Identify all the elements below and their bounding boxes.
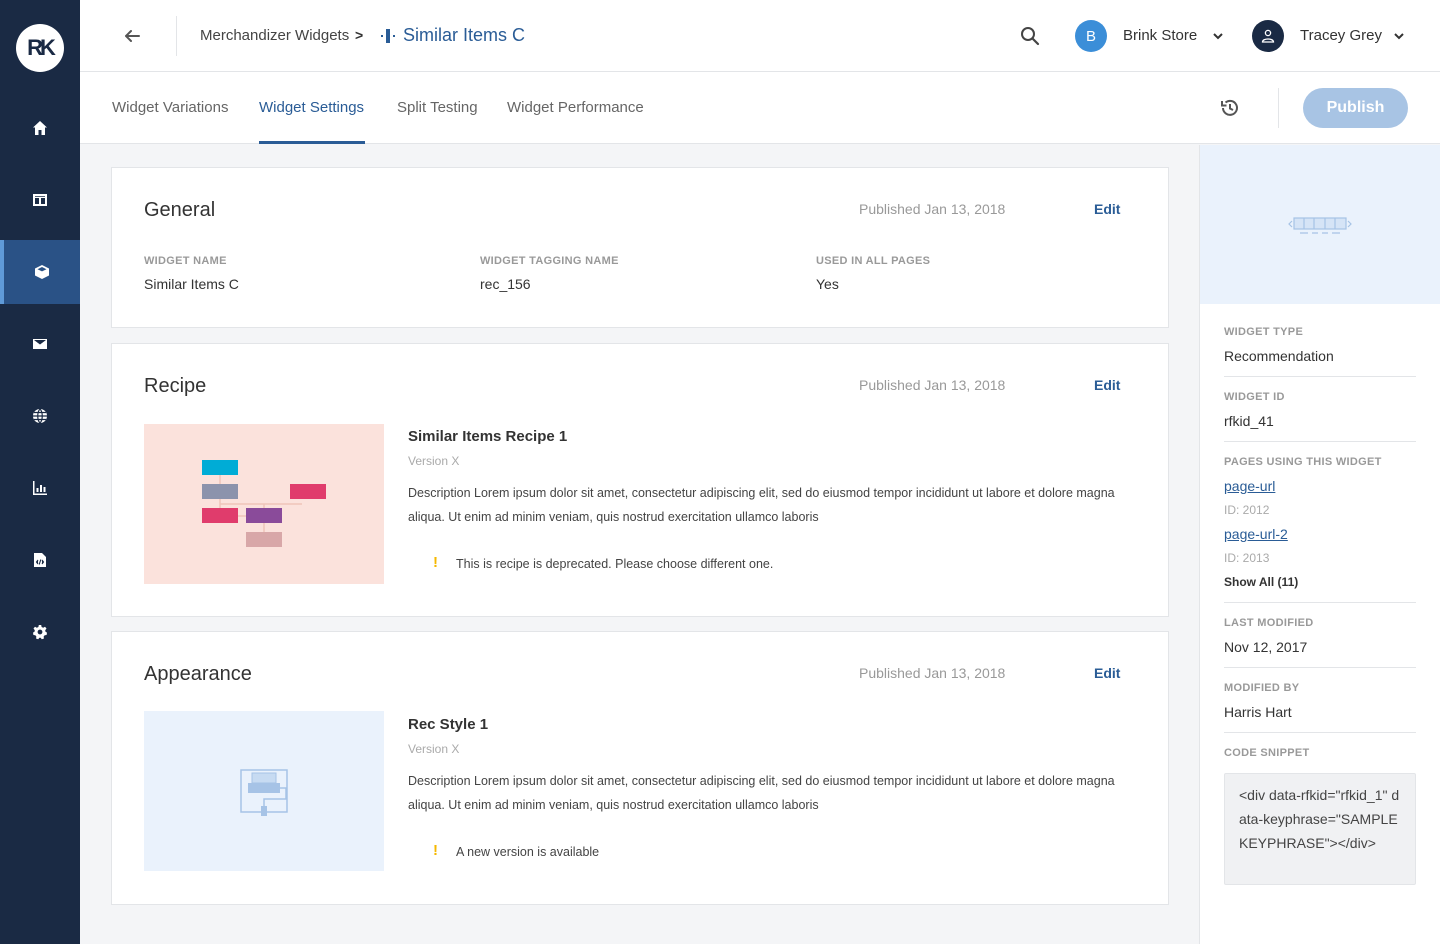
warning-icon: ! xyxy=(433,554,438,571)
divider xyxy=(176,16,177,56)
chevron-down-icon[interactable] xyxy=(1393,30,1405,42)
style-version: Version X xyxy=(408,742,460,756)
general-card: General Published Jan 13, 2018 Edit WIDG… xyxy=(111,167,1169,328)
store-avatar[interactable]: B xyxy=(1075,20,1107,52)
nav-widgets[interactable] xyxy=(0,240,80,304)
recipe-warning: This is recipe is deprecated. Please cho… xyxy=(456,557,774,571)
modified-by-value: Harris Hart xyxy=(1224,704,1292,720)
published-date: Published Jan 13, 2018 xyxy=(859,665,1006,681)
pages-using-label: PAGES USING THIS WIDGET xyxy=(1224,456,1382,468)
divider xyxy=(1278,88,1279,128)
recipe-thumbnail xyxy=(144,424,384,584)
field-label: WIDGET NAME xyxy=(144,255,227,267)
nav-code[interactable] xyxy=(0,528,80,592)
tagging-name-value: rec_156 xyxy=(480,276,531,292)
store-name[interactable]: Brink Store xyxy=(1123,27,1197,44)
recipe-name: Similar Items Recipe 1 xyxy=(408,428,568,445)
tab-widget-performance[interactable]: Widget Performance xyxy=(507,99,644,116)
home-icon xyxy=(33,121,47,135)
user-name[interactable]: Tracey Grey xyxy=(1300,27,1382,44)
code-snippet-label: CODE SNIPPET xyxy=(1224,747,1310,759)
card-title: General xyxy=(144,199,216,221)
app-logo[interactable]: RK xyxy=(16,24,64,72)
tab-split-testing[interactable]: Split Testing xyxy=(397,99,478,116)
divider xyxy=(1224,667,1416,668)
warning-icon: ! xyxy=(433,842,438,859)
style-name: Rec Style 1 xyxy=(408,716,489,733)
active-tab-indicator xyxy=(259,141,365,144)
appearance-thumbnail xyxy=(144,711,384,871)
widget-id-label: WIDGET ID xyxy=(1224,391,1285,403)
tab-widget-variations[interactable]: Widget Variations xyxy=(112,99,228,116)
sidebar: RK xyxy=(0,0,80,944)
recipe-version: Version X xyxy=(408,454,460,468)
nav-settings[interactable] xyxy=(0,600,80,664)
layout-icon xyxy=(33,194,47,206)
chevron-down-icon[interactable] xyxy=(1212,30,1224,42)
published-date: Published Jan 13, 2018 xyxy=(859,377,1006,393)
modified-by-label: MODIFIED BY xyxy=(1224,682,1300,694)
divider xyxy=(1224,376,1416,377)
chart-icon xyxy=(33,481,47,495)
edit-general-button[interactable]: Edit xyxy=(1094,201,1120,217)
divider xyxy=(1224,732,1416,733)
user-avatar[interactable] xyxy=(1252,20,1284,52)
appearance-warning: A new version is available xyxy=(456,845,600,859)
edit-appearance-button[interactable]: Edit xyxy=(1094,665,1120,681)
show-all-pages-link[interactable]: Show All (11) xyxy=(1224,575,1298,589)
field-label: WIDGET TAGGING NAME xyxy=(480,255,619,267)
widget-type-value: Recommendation xyxy=(1224,348,1334,364)
page-link[interactable]: page-url-2 xyxy=(1224,526,1288,542)
code-snippet[interactable]: <div data-rfkid="rfkid_1" data-keyphrase… xyxy=(1224,773,1416,885)
code-file-icon xyxy=(34,553,46,567)
recipe-diagram-icon xyxy=(202,460,326,547)
tab-widget-settings[interactable]: Widget Settings xyxy=(259,99,364,116)
page-id: ID: 2012 xyxy=(1224,503,1270,517)
breadcrumb-separator: > xyxy=(355,27,364,43)
nav-analytics[interactable] xyxy=(0,456,80,520)
breadcrumb-parent[interactable]: Merchandizer Widgets xyxy=(200,27,349,44)
tabs-bar: Widget Variations Widget Settings Split … xyxy=(80,72,1440,144)
recipe-description: Description Lorem ipsum dolor sit amet, … xyxy=(408,486,1115,524)
edit-recipe-button[interactable]: Edit xyxy=(1094,377,1120,393)
breadcrumb-current: Similar Items C xyxy=(403,25,526,45)
back-button[interactable] xyxy=(120,24,144,48)
card-title: Recipe xyxy=(144,375,207,397)
nav-layout[interactable] xyxy=(0,168,80,232)
widget-id-value: rfkid_41 xyxy=(1224,413,1274,429)
appearance-card: Appearance Published Jan 13, 2018 Edit R… xyxy=(111,631,1169,905)
search-icon[interactable] xyxy=(1020,26,1040,46)
widget-preview xyxy=(1200,145,1440,304)
widget-name-value: Similar Items C xyxy=(144,276,239,292)
divider xyxy=(1224,602,1416,603)
publish-button[interactable]: Publish xyxy=(1303,88,1408,128)
details-panel: WIDGET TYPE Recommendation WIDGET ID rfk… xyxy=(1199,145,1440,944)
widget-icon xyxy=(381,29,395,43)
mail-icon xyxy=(33,339,47,349)
last-modified-label: LAST MODIFIED xyxy=(1224,617,1314,629)
style-description: Description Lorem ipsum dolor sit amet, … xyxy=(408,774,1115,812)
nav-mail[interactable] xyxy=(0,312,80,376)
page-link[interactable]: page-url xyxy=(1224,478,1275,494)
top-bar: Merchandizer Widgets > Similar Items C B… xyxy=(80,0,1440,72)
carousel-widget-icon xyxy=(1288,217,1352,234)
nav-globe[interactable] xyxy=(0,384,80,448)
user-icon xyxy=(1261,29,1275,43)
recipe-card: Recipe Published Jan 13, 2018 Edit Simil… xyxy=(111,343,1169,617)
card-title: Appearance xyxy=(144,663,252,685)
last-modified-value: Nov 12, 2017 xyxy=(1224,639,1308,655)
page-id: ID: 2013 xyxy=(1224,551,1270,565)
cube-icon xyxy=(35,265,49,279)
gear-icon xyxy=(33,625,47,640)
nav-home[interactable] xyxy=(0,96,80,160)
field-label: USED IN ALL PAGES xyxy=(816,255,931,267)
paint-roller-icon xyxy=(240,769,288,816)
globe-icon xyxy=(33,408,47,424)
published-date: Published Jan 13, 2018 xyxy=(859,201,1006,217)
history-icon[interactable] xyxy=(1218,96,1242,120)
widget-type-label: WIDGET TYPE xyxy=(1224,326,1304,338)
used-in-all-pages-value: Yes xyxy=(816,276,839,292)
arrow-left-icon xyxy=(125,30,140,42)
divider xyxy=(1224,441,1416,442)
